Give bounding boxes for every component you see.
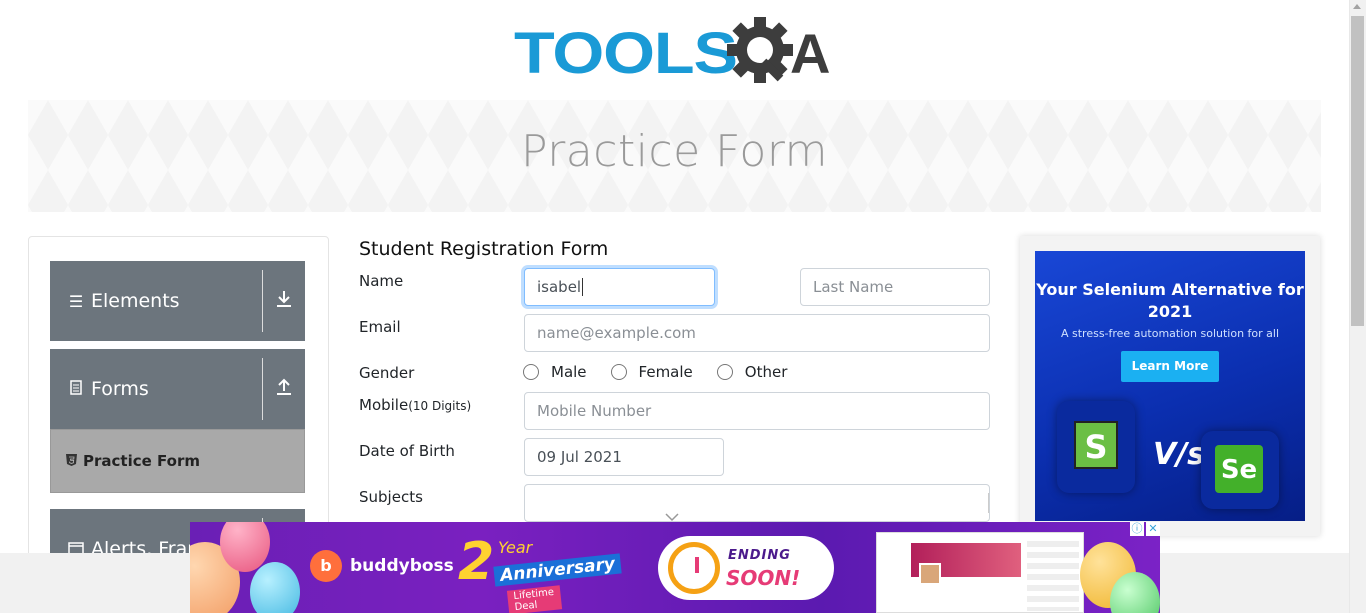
- radio-label[interactable]: Other: [745, 363, 788, 381]
- gender-label: Gender: [359, 364, 415, 382]
- document-icon: [67, 379, 85, 399]
- scrollbar-thumb[interactable]: [1351, 16, 1364, 326]
- name-label: Name: [359, 272, 404, 290]
- mobile-label-text: Mobile: [359, 396, 409, 414]
- subjects-input[interactable]: [524, 484, 990, 522]
- sidebar-item-practice-form[interactable]: Practice Form: [50, 429, 305, 493]
- buddyboss-icon: b: [310, 550, 342, 582]
- katalon-logo-icon: S: [1057, 401, 1135, 493]
- sidebar-group-label: Elements: [91, 290, 180, 312]
- dob-input[interactable]: 09 Jul 2021: [524, 438, 724, 476]
- toolsqa-logo[interactable]: TOOLS A: [514, 16, 844, 90]
- dob-value: 09 Jul 2021: [537, 448, 622, 466]
- ad-close-icon[interactable]: ✕: [1146, 522, 1160, 536]
- radio-label[interactable]: Male: [551, 363, 587, 381]
- gender-radio-other[interactable]: Other: [716, 362, 788, 382]
- last-name-input[interactable]: Last Name: [800, 268, 990, 306]
- selenium-logo-icon: Se: [1201, 431, 1279, 509]
- last-name-placeholder: Last Name: [813, 278, 894, 296]
- lifetime-deal-text: Lifetime Deal: [506, 585, 562, 613]
- gender-radio-group: Male Female Other: [523, 362, 811, 382]
- ad-screenshot-image: [876, 532, 1084, 613]
- email-input[interactable]: name@example.com: [524, 314, 990, 352]
- sidebar-group-elements[interactable]: ☰ Elements: [50, 261, 305, 341]
- anniversary-year: Year: [498, 538, 533, 557]
- form-title: Student Registration Form: [359, 238, 609, 260]
- clock-icon: [668, 542, 720, 594]
- ending-text: ENDING: [728, 548, 791, 563]
- radio-circle[interactable]: [716, 364, 733, 380]
- dob-label: Date of Birth: [359, 442, 455, 460]
- mobile-hint: (10 Digits): [408, 399, 472, 413]
- mobile-input[interactable]: Mobile Number: [524, 392, 990, 430]
- scroll-up-arrow-icon[interactable]: [1353, 4, 1361, 9]
- mobile-placeholder: Mobile Number: [537, 402, 652, 420]
- radio-circle[interactable]: [610, 364, 627, 380]
- email-placeholder: name@example.com: [537, 324, 696, 342]
- radio-circle[interactable]: [523, 364, 539, 380]
- bottom-ad-banner[interactable]: b buddyboss 2 Year Anniversary Lifetime …: [190, 522, 1160, 613]
- right-ad-banner[interactable]: Your Selenium Alternative for 2021 A str…: [1035, 251, 1305, 521]
- upload-arrow-icon: [263, 378, 305, 401]
- gender-radio-female[interactable]: Female: [610, 362, 693, 382]
- first-name-input[interactable]: isabel: [524, 268, 715, 306]
- first-name-value: isabel: [537, 278, 582, 296]
- vs-text: V/s: [1153, 437, 1206, 472]
- ad-learn-more-button[interactable]: Learn More: [1121, 351, 1219, 382]
- ad-info-icon[interactable]: ⓘ: [1130, 522, 1144, 536]
- html5-icon: [66, 453, 77, 469]
- buddyboss-brand: buddyboss: [350, 556, 454, 576]
- tile-letter: Se: [1215, 445, 1263, 493]
- ad-headline: Your Selenium Alternative for 2021: [1036, 280, 1304, 321]
- sidebar-group-label: Forms: [91, 378, 149, 400]
- page-title: Practice Form: [520, 126, 829, 177]
- sidebar-group-forms[interactable]: Forms: [50, 349, 305, 429]
- radio-label[interactable]: Female: [639, 363, 693, 381]
- ending-soon-pill[interactable]: ENDING SOON!: [658, 536, 834, 600]
- divider: [988, 493, 989, 513]
- subjects-label: Subjects: [359, 488, 423, 506]
- gender-radio-male[interactable]: Male: [523, 362, 587, 382]
- email-label: Email: [359, 318, 401, 336]
- logo-a-text: A: [790, 22, 831, 85]
- soon-text: SOON!: [726, 566, 801, 590]
- anniversary-text: Anniversary: [493, 553, 622, 587]
- right-ad-card: Your Selenium Alternative for 2021 A str…: [1020, 236, 1320, 536]
- tile-letter: S: [1074, 421, 1118, 469]
- logo-tools-text: TOOLS: [514, 21, 738, 86]
- balloon-icon: [250, 562, 300, 613]
- page-banner: Practice Form: [28, 100, 1321, 212]
- list-icon: ☰: [68, 291, 84, 311]
- download-arrow-icon: [263, 290, 305, 313]
- sidebar-item-label: Practice Form: [83, 452, 200, 470]
- buddyboss-logo: b buddyboss: [310, 550, 454, 582]
- ad-subline: A stress-free automation solution for al…: [1060, 327, 1280, 340]
- mobile-label: Mobile(10 Digits): [359, 396, 471, 414]
- sidebar: ☰ Elements Forms Practice Form Alerts, F…: [28, 236, 329, 566]
- anniversary-number: 2: [458, 532, 495, 592]
